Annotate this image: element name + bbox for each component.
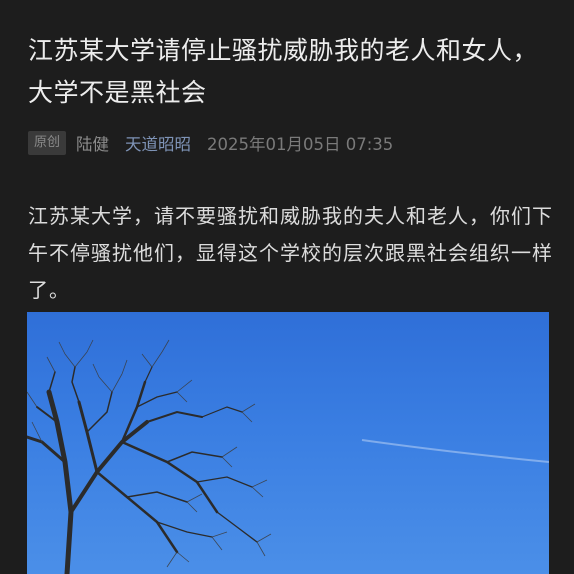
account-link[interactable]: 天道昭昭: [125, 131, 191, 155]
article-meta: 原创 陆健 天道昭昭 2025年01月05日 07:35: [28, 130, 393, 156]
tree-sky-image: [27, 339, 549, 574]
publish-date: 2025年01月05日 07:35: [207, 135, 394, 154]
article-title: 江苏某大学请停止骚扰威胁我的老人和女人，大学不是黑社会: [28, 36, 539, 107]
article: 江苏某大学请停止骚扰威胁我的老人和女人，大学不是黑社会 原创 陆健 天道昭昭 2…: [0, 0, 574, 574]
article-photo[interactable]: [27, 312, 549, 574]
original-badge: 原创: [28, 131, 67, 155]
author-name: 陆健: [76, 135, 110, 154]
article-body: 江苏某大学，请不要骚扰和威胁我的夫人和老人，你们下午不停骚扰他们，显得这个学校的…: [28, 204, 553, 302]
